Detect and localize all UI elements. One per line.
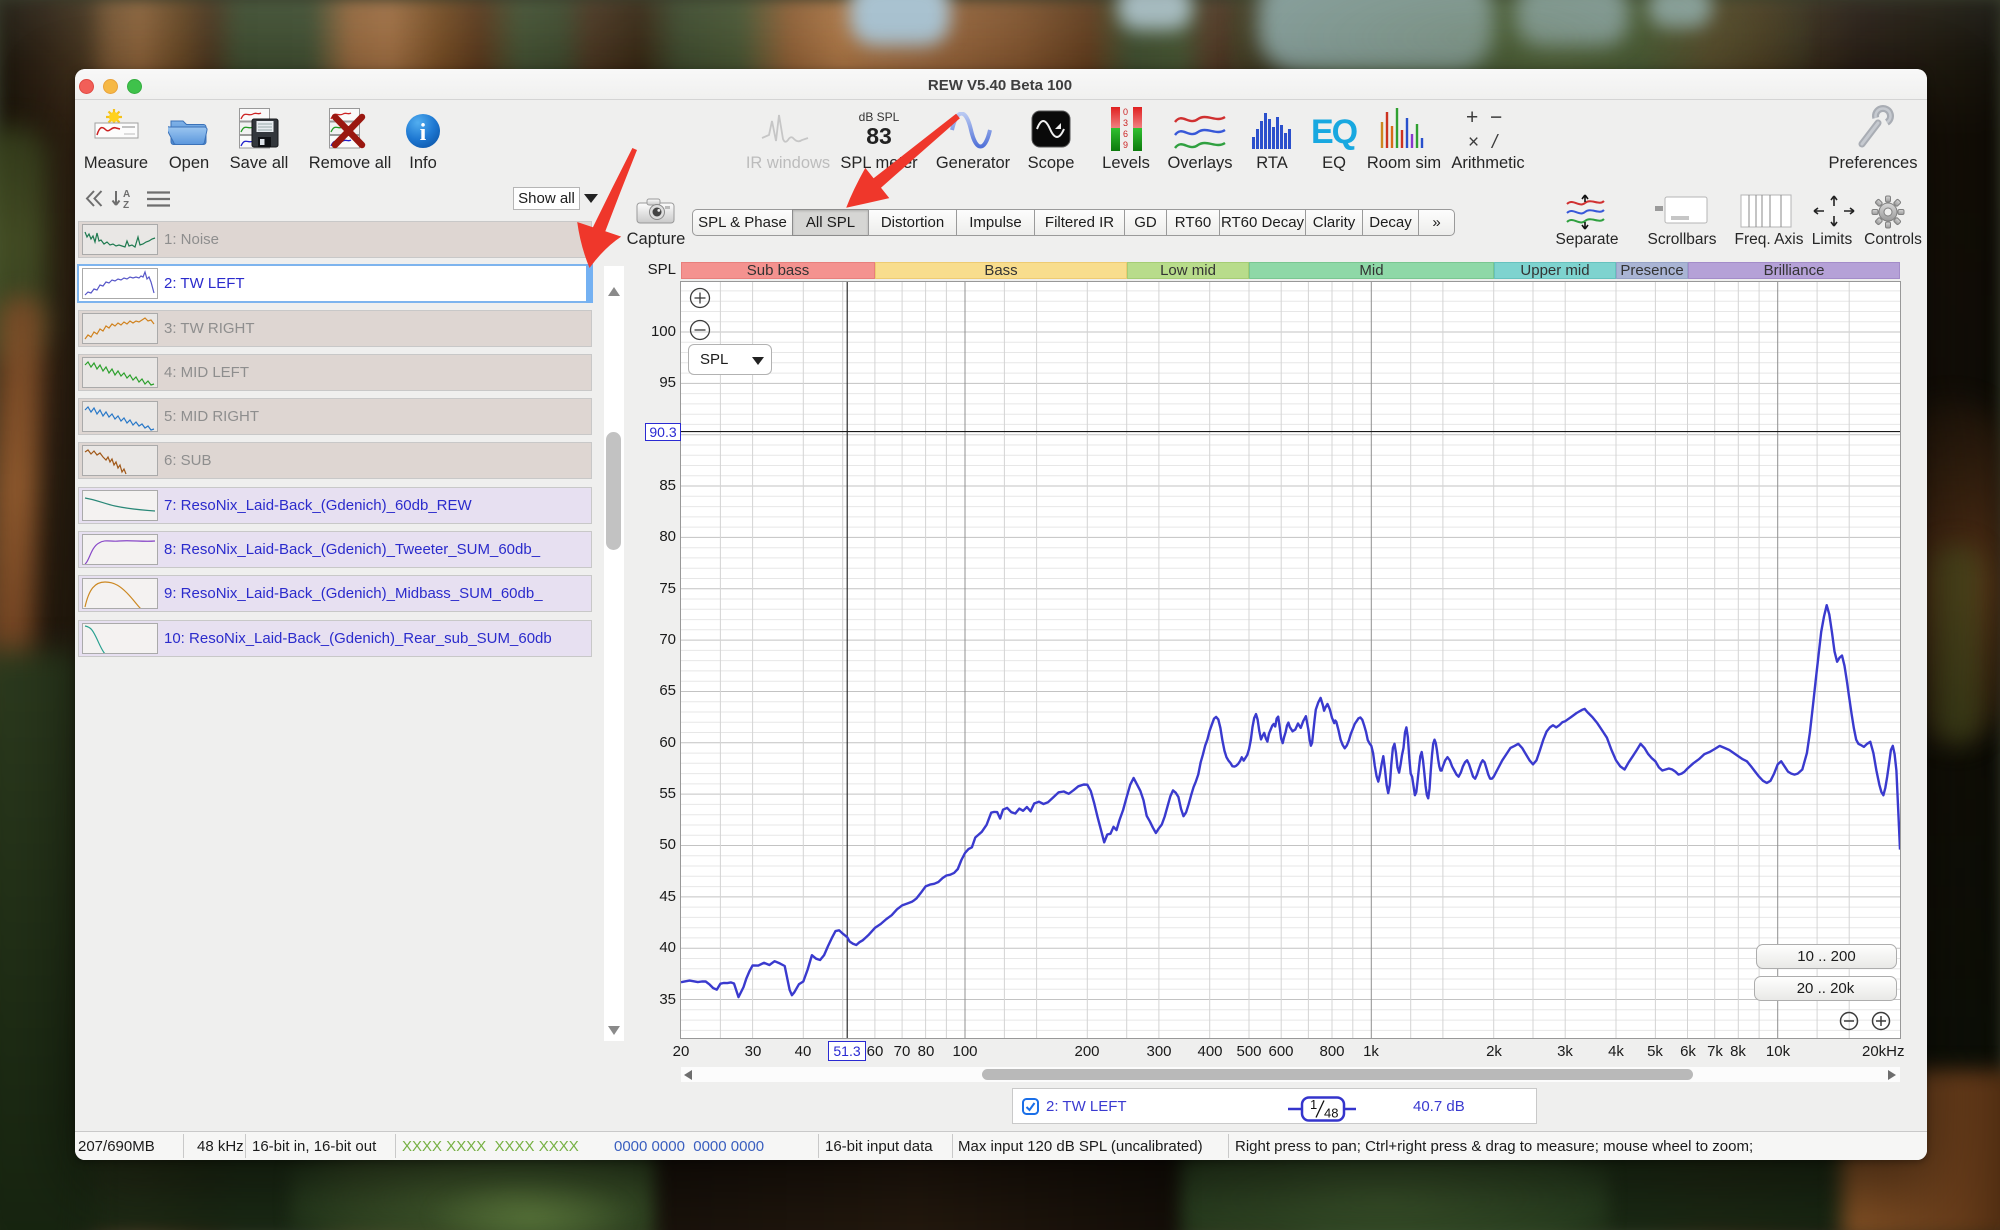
svg-text:+: + xyxy=(1466,106,1478,129)
svg-text:×: × xyxy=(1468,132,1479,152)
svg-text:−: − xyxy=(1490,106,1502,129)
svg-text:9: 9 xyxy=(1123,140,1128,150)
svg-text:6: 6 xyxy=(1123,129,1128,139)
svg-text:0: 0 xyxy=(1123,107,1128,117)
svg-text:Z: Z xyxy=(123,200,129,210)
svg-text:EQ: EQ xyxy=(1311,113,1357,151)
svg-text:3: 3 xyxy=(1123,118,1128,128)
svg-text:48: 48 xyxy=(1324,1106,1338,1121)
svg-text:/: / xyxy=(1490,132,1499,152)
svg-text:A: A xyxy=(123,189,130,200)
svg-text:i: i xyxy=(420,120,427,146)
svg-text:1: 1 xyxy=(1310,1097,1317,1112)
